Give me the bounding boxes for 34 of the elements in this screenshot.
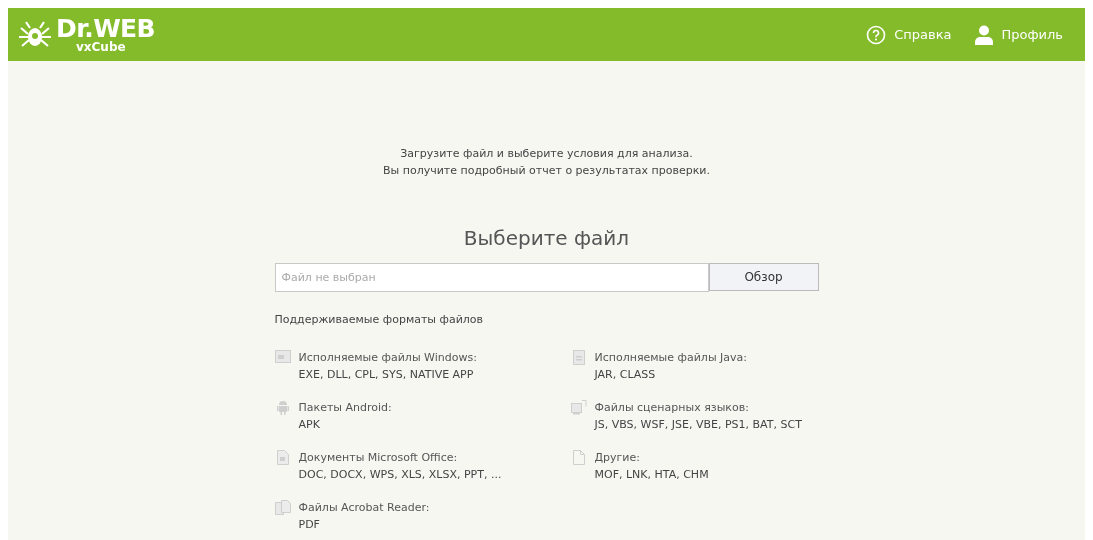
file-icon [572,449,585,465]
help-icon [866,24,887,45]
file-field[interactable]: Файл не выбран [274,263,709,292]
formats-heading: Поддерживаемые форматы файлов [274,312,485,328]
format-name: Исполняемые файлы Java: [594,349,747,366]
format-extensions: MOF, LNK, HTA, CHM [594,466,709,483]
nav-link[interactable]: Справка [866,24,952,45]
format-name: Файлы сценарных языков: [594,399,750,416]
documents-icon [274,499,291,515]
logo-text: Dr.WEB [56,16,155,41]
format-extensions: JAR, CLASS [594,366,657,383]
intro-text: Вы получите подробный отчет о результатах проверки. [383,163,710,179]
document-icon [276,449,289,465]
intro-text: Загрузите файл и выберите условия для анализа. [400,146,693,162]
browse-button[interactable]: Обзор [708,263,819,291]
format-extensions: EXE, DLL, CPL, SYS, NATIVE APP [298,366,475,383]
format-name: Пакеты Android: [298,399,392,416]
spider-logo-icon [18,19,52,50]
format-extensions: DOC, DOCX, WPS, XLS, XLSX, PPT, ... [298,466,502,483]
page-title: Выберите файл [463,225,630,252]
user-icon [975,24,994,45]
format-name: Файлы Acrobat Reader: [298,499,430,516]
format-extensions: JS, VBS, WSF, JSE, VBE, PS1, BAT, SCT [594,416,802,433]
document-icon [572,349,585,365]
format-extensions: PDF [298,516,321,533]
script-icon [570,399,587,415]
product-name: vxCube [76,41,127,53]
format-extensions: APK [298,416,321,433]
format-name: Исполняемые файлы Windows: [298,349,477,366]
format-name: Документы Microsoft Office: [298,449,459,466]
nav-link[interactable]: Профиль [975,24,1063,45]
window-icon [274,349,291,363]
android-icon [276,399,289,415]
format-name: Другие: [594,449,641,466]
